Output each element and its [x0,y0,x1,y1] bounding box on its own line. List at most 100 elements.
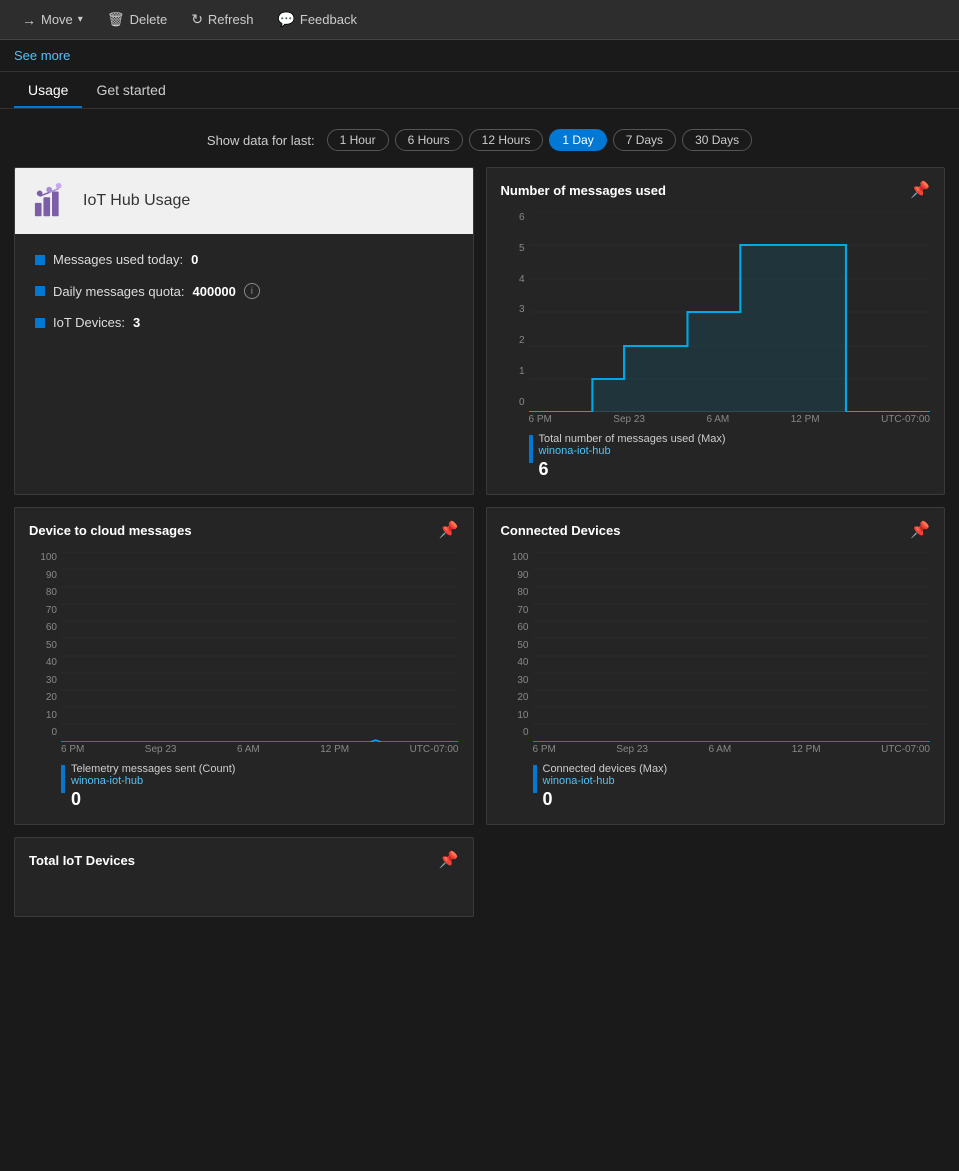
stat-square-2 [35,286,45,296]
legend-texts-dc: Telemetry messages sent (Count) winona-i… [71,763,235,810]
daily-quota-row: Daily messages quota: 400000 i [35,283,453,299]
tab-usage[interactable]: Usage [14,72,82,108]
messages-used-label: Messages used today: [53,252,183,267]
dc-y-20: 20 [29,692,61,703]
time-btn-12h[interactable]: 12 Hours [469,129,544,151]
y-label-3: 3 [501,304,529,315]
time-filter-row: Show data for last: 1 Hour 6 Hours 12 Ho… [14,129,945,151]
empty-space [486,837,946,917]
dc-y-80: 80 [29,587,61,598]
connected-devices-chart-svg [533,552,931,742]
cd-y-30: 30 [501,675,533,686]
cd-y-20: 20 [501,692,533,703]
see-more-link[interactable]: See more [14,48,70,63]
device-cloud-chart-svg [61,552,459,742]
cd-x-0: 6 PM [533,744,556,755]
y-label-0: 0 [501,397,529,408]
dc-y-10: 10 [29,710,61,721]
cd-x-1: Sep 23 [616,744,648,755]
x-label-sep23: Sep 23 [613,414,645,425]
refresh-button[interactable]: ↻ Refresh [181,6,263,33]
connected-devices-title: Connected Devices [501,523,621,538]
cd-y-0: 0 [501,727,533,738]
legend-texts-cd: Connected devices (Max) winona-iot-hub 0 [543,763,668,810]
time-btn-6h[interactable]: 6 Hours [395,129,463,151]
pin-button-messages[interactable]: 📌 [910,180,930,200]
time-btn-1h[interactable]: 1 Hour [327,129,389,151]
daily-quota-label: Daily messages quota: [53,284,185,299]
cd-y-50: 50 [501,640,533,651]
pin-button-total-iot[interactable]: 📌 [439,850,459,870]
legend-subtitle-cd: winona-iot-hub [543,775,668,787]
legend-title-messages: Total number of messages used (Max) [539,433,726,445]
device-cloud-title: Device to cloud messages [29,523,192,538]
messages-chart-title: Number of messages used [501,183,666,198]
stat-square-3 [35,318,45,328]
x-label-6am: 6 AM [706,414,729,425]
bottom-row-grid: Total IoT Devices 📌 [14,837,945,917]
feedback-icon: 💬 [277,11,294,28]
x-label-utc: UTC-07:00 [881,414,930,425]
feedback-button[interactable]: 💬 Feedback [267,6,367,33]
dc-y-30: 30 [29,675,61,686]
device-cloud-legend: Telemetry messages sent (Count) winona-i… [15,755,473,824]
y-label-4: 4 [501,274,529,285]
dc-x-2: 6 AM [237,744,260,755]
delete-icon: 🗑 [107,11,125,28]
dc-y-50: 50 [29,640,61,651]
x-label-12pm: 12 PM [791,414,820,425]
messages-chart-card: Number of messages used 📌 0 1 2 3 4 5 6 [486,167,946,495]
time-btn-1d[interactable]: 1 Day [549,129,606,151]
stat-square-1 [35,255,45,265]
cd-y-10: 10 [501,710,533,721]
time-btn-30d[interactable]: 30 Days [682,129,752,151]
dc-y-60: 60 [29,622,61,633]
connected-devices-header: Connected Devices 📌 [487,508,945,548]
dc-y-100: 100 [29,552,61,563]
move-chevron-icon: ▾ [78,14,83,25]
daily-quota-value: 400000 [193,284,236,299]
toolbar: → Move ▾ 🗑 Delete ↻ Refresh 💬 Feedback [0,0,959,40]
tab-get-started[interactable]: Get started [82,72,179,108]
messages-used-value: 0 [191,252,198,267]
iot-usage-body: Messages used today: 0 Daily messages qu… [15,234,473,364]
y-label-1: 1 [501,366,529,377]
iot-usage-card: IoT Hub Usage Messages used today: 0 Dai… [14,167,474,495]
legend-color-bar-cd [533,765,537,793]
legend-color-bar-dc [61,765,65,793]
refresh-icon: ↻ [191,11,203,28]
bottom-cards-grid: Device to cloud messages 📌 0 10 20 30 40… [14,507,945,825]
iot-hub-icon [33,182,71,220]
dc-y-70: 70 [29,605,61,616]
move-icon: → [22,12,36,28]
legend-title-cd: Connected devices (Max) [543,763,668,775]
y-label-5: 5 [501,243,529,254]
total-iot-title: Total IoT Devices [29,853,135,868]
x-label-6pm: 6 PM [529,414,552,425]
iot-usage-header: IoT Hub Usage [15,168,473,234]
tabs-bar: Usage Get started [0,72,959,109]
pin-button-device-cloud[interactable]: 📌 [439,520,459,540]
info-icon: i [244,283,260,299]
dc-y-40: 40 [29,657,61,668]
time-filter-label: Show data for last: [207,133,315,148]
time-btn-7d[interactable]: 7 Days [613,129,676,151]
legend-title-dc: Telemetry messages sent (Count) [71,763,235,775]
dc-x-3: 12 PM [320,744,349,755]
total-iot-card: Total IoT Devices 📌 [14,837,474,917]
messages-chart-header: Number of messages used 📌 [487,168,945,208]
delete-button[interactable]: 🗑 Delete [97,6,177,33]
move-button[interactable]: → Move ▾ [12,7,93,33]
legend-color-bar-messages [529,435,533,463]
y-label-2: 2 [501,335,529,346]
pin-button-connected[interactable]: 📌 [910,520,930,540]
iot-devices-value: 3 [133,315,140,330]
total-iot-header: Total IoT Devices 📌 [15,838,473,878]
dc-x-1: Sep 23 [145,744,177,755]
legend-subtitle-dc: winona-iot-hub [71,775,235,787]
messages-chart-legend: Total number of messages used (Max) wino… [487,425,945,494]
cd-y-100: 100 [501,552,533,563]
connected-devices-card: Connected Devices 📌 0 10 20 30 40 50 60 … [486,507,946,825]
legend-value-messages: 6 [539,459,726,480]
iot-usage-title: IoT Hub Usage [83,192,190,210]
